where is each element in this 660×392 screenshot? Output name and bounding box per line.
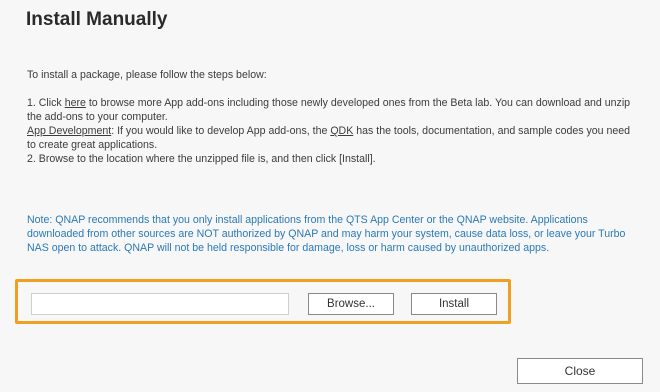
dialog-title: Install Manually	[26, 9, 168, 30]
warning-note: Note: QNAP recommends that you only inst…	[27, 213, 626, 254]
here-link[interactable]: here	[65, 97, 86, 109]
instructions: To install a package, please follow the …	[27, 68, 639, 166]
step-1-suffix: to browse more App add-ons including tho…	[27, 97, 631, 123]
close-button[interactable]: Close	[517, 358, 643, 384]
browse-button[interactable]: Browse...	[308, 293, 394, 315]
app-development-link[interactable]: App Development	[27, 125, 111, 137]
install-button[interactable]: Install	[411, 293, 497, 315]
step-1: 1. Click here to browse more App add-ons…	[27, 96, 639, 124]
install-manually-dialog: Install Manually To install a package, p…	[0, 0, 660, 392]
intro-text: To install a package, please follow the …	[27, 69, 267, 81]
app-development-text: App Development: If you would like to de…	[27, 124, 639, 152]
step-2: 2. Browse to the location where the unzi…	[27, 153, 376, 165]
file-path-input[interactable]	[31, 293, 289, 315]
step-1-prefix: 1. Click	[27, 97, 65, 109]
qdk-link[interactable]: QDK	[330, 125, 353, 137]
install-controls-highlight: Browse... Install	[15, 279, 511, 324]
app-development-middle: : If you would like to develop App add-o…	[111, 125, 331, 137]
